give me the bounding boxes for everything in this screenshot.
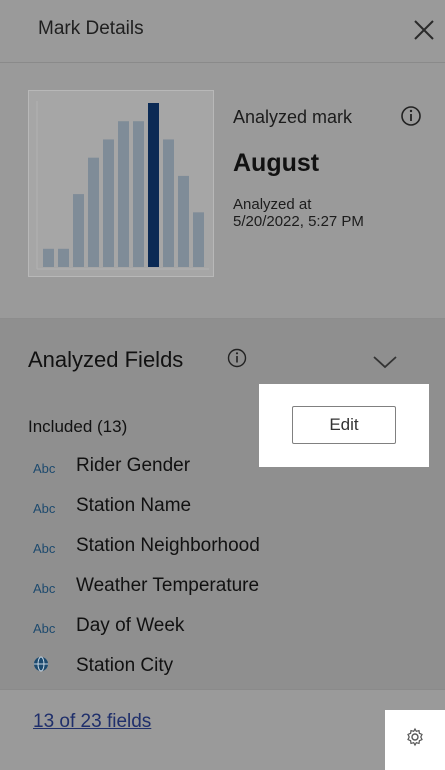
abc-type-icon: Abc [33,581,56,596]
info-icon[interactable] [226,347,248,369]
close-button[interactable] [409,15,439,45]
settings-button[interactable] [385,710,445,770]
abc-type-icon: Abc [33,461,56,476]
thumbnail-bar [118,121,129,267]
edit-button[interactable]: Edit [292,406,396,444]
analyzed-mark-value: August [233,149,320,177]
field-list-item: Abc Day of Week [0,610,445,644]
field-name: Day of Week [76,615,185,636]
field-name: Station Neighborhood [76,535,260,556]
analyzed-fields-title: Analyzed Fields [28,347,184,372]
thumbnail-bar [193,212,204,267]
thumbnail-bar [103,139,114,267]
field-name: Station City [76,655,174,676]
thumbnail-bar [163,139,174,267]
thumbnail-bar [43,248,54,267]
fields-count-link[interactable]: 13 of 23 fields [33,711,151,733]
thumbnail-bar [178,175,189,267]
thumbnail-bar [133,121,144,267]
field-name: Weather Temperature [76,575,260,596]
field-list-item: Abc Station Neighborhood [0,530,445,564]
thumbnail-bar [88,157,99,267]
gear-icon [407,727,423,747]
thumbnail-chart [36,101,209,270]
field-list-item: Abc Weather Temperature [0,570,445,604]
mark-details-panel: Mark Details Analyzed mark August Analyz… [0,0,445,770]
mark-chart-thumbnail [28,90,214,277]
highlighted-bar [148,103,159,267]
analyzed-mark-label: Analyzed mark [233,107,353,127]
field-list-item: Abc Rider Gender [0,450,445,484]
included-count-label: Included (13) [28,417,128,436]
thumbnail-bar [58,248,69,267]
abc-type-icon: Abc [33,541,56,556]
globe-icon [33,656,49,672]
included-fields-list: Abc Rider Gender Abc Station Name Abc Station… [0,450,445,690]
field-name: Rider Gender [76,455,191,476]
close-icon [414,20,434,40]
panel-footer: 13 of 23 fields [0,689,445,770]
thumbnail-bar [73,194,84,267]
analyzed-mark-section: Analyzed mark August Analyzed at 5/20/202… [0,63,445,319]
abc-type-icon: Abc [33,501,56,516]
abc-type-icon: Abc [33,621,56,636]
analyzed-fields-section: Analyzed Fields Included (13) Edit Abc Ri… [0,319,445,689]
info-icon[interactable] [400,105,422,127]
panel-title: Mark Details [38,18,144,39]
field-name: Station Name [76,495,192,516]
analyzed-at-timestamp: Analyzed at 5/20/2022, 5:27 PM [233,196,364,230]
field-list-item: Abc Station Name [0,490,445,524]
field-list-item: Station City [0,650,445,684]
panel-header: Mark Details [0,0,445,63]
chevron-down-icon[interactable] [372,353,398,371]
